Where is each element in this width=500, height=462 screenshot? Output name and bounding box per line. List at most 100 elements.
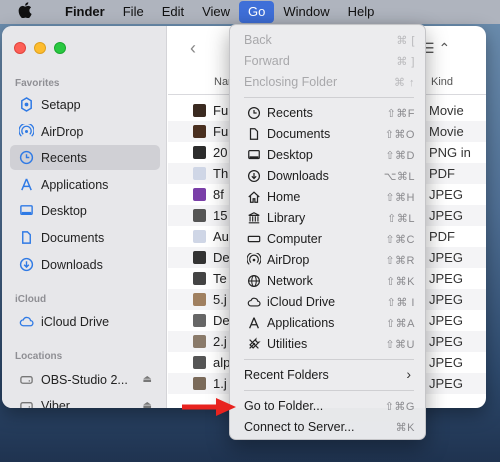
close-window-button[interactable]	[14, 42, 26, 54]
zoom-window-button[interactable]	[54, 42, 66, 54]
menu-item-shortcut: ⌘ ↑	[393, 77, 415, 89]
minimize-window-button[interactable]	[34, 42, 46, 54]
clock-icon	[246, 105, 262, 121]
computer-icon	[246, 231, 262, 247]
menu-item-forward[interactable]: Forward ⌘ ]	[236, 51, 421, 71]
menu-item-home[interactable]: Home ⇧⌘H	[236, 187, 421, 207]
menu-item-icloud-drive[interactable]: iCloud Drive ⇧⌘ I	[236, 292, 421, 312]
menu-finder[interactable]: Finder	[56, 0, 114, 24]
sidebar-item-recents[interactable]: Recents	[10, 145, 160, 170]
sidebar-item-airdrop[interactable]: AirDrop	[10, 119, 160, 144]
file-name: Fu	[213, 124, 229, 139]
file-kind: PDF	[429, 229, 455, 244]
menu-item-shortcut: ⌘K	[395, 422, 415, 434]
menu-edit[interactable]: Edit	[153, 0, 193, 24]
desktop-icon	[18, 203, 34, 219]
menu-item-shortcut: ⇧⌘R	[385, 255, 415, 267]
menu-help[interactable]: Help	[339, 0, 384, 24]
menu-item-label: Applications	[267, 316, 335, 330]
menu-item-airdrop[interactable]: AirDrop ⇧⌘R	[236, 250, 421, 270]
utilities-icon	[246, 336, 262, 352]
sidebar-item-setapp[interactable]: Setapp	[10, 92, 160, 117]
favorites-heading: Favorites	[15, 78, 60, 89]
menu-item-documents[interactable]: Documents ⇧⌘O	[236, 124, 421, 144]
file-thumbnail-icon	[193, 335, 206, 348]
file-kind: Movie	[429, 124, 464, 139]
menu-item-shortcut: ⌥⌘L	[383, 171, 415, 183]
menu-go[interactable]: Go	[239, 1, 275, 23]
back-chevron-icon[interactable]: ‹	[190, 38, 196, 59]
menu-bar: Finder File Edit View Go Window Help	[0, 0, 500, 24]
sidebar-item-icloud-drive[interactable]: iCloud Drive	[10, 309, 160, 334]
menu-item-shortcut: ⇧⌘C	[385, 234, 415, 246]
sidebar-item-label: Downloads	[41, 257, 103, 272]
sidebar-item-label: Setapp	[41, 97, 81, 112]
menu-item-utilities[interactable]: Utilities ⇧⌘U	[236, 334, 421, 354]
sidebar-item-applications[interactable]: Applications	[10, 172, 160, 197]
menu-item-desktop[interactable]: Desktop ⇧⌘D	[236, 145, 421, 165]
sort-options-icon[interactable]: ☰ ⌃	[422, 40, 450, 57]
menu-item-connect-to-server[interactable]: Connect to Server... ⌘K	[236, 417, 421, 437]
eject-icon[interactable]: ⏏	[143, 400, 152, 408]
window-controls	[14, 42, 66, 54]
menu-item-label: iCloud Drive	[267, 295, 336, 309]
file-kind: JPEG	[429, 334, 463, 349]
file-kind: JPEG	[429, 313, 463, 328]
menu-item-go-to-folder[interactable]: Go to Folder... ⇧⌘G	[236, 396, 421, 416]
sidebar-item-documents[interactable]: Documents	[10, 225, 160, 250]
file-name: Th	[213, 166, 229, 181]
menu-separator	[244, 359, 414, 360]
menu-item-shortcut: ⌘ ]	[396, 56, 415, 68]
document-icon	[246, 126, 262, 142]
file-name: alp	[213, 355, 231, 370]
menu-view[interactable]: View	[193, 0, 239, 24]
menu-item-label: Enclosing Folder	[244, 75, 338, 89]
menu-item-applications[interactable]: Applications ⇧⌘A	[236, 313, 421, 333]
menu-item-label: Connect to Server...	[244, 420, 355, 434]
menu-file[interactable]: File	[114, 0, 153, 24]
eject-icon[interactable]: ⏏	[143, 374, 152, 385]
sidebar-item-obs-studio[interactable]: OBS-Studio 2... ⏏	[10, 367, 160, 392]
menu-item-network[interactable]: Network ⇧⌘K	[236, 271, 421, 291]
file-name: Fu	[213, 103, 229, 118]
menu-item-label: Back	[244, 33, 272, 47]
menu-item-recents[interactable]: Recents ⇧⌘F	[236, 103, 421, 123]
applications-icon	[246, 315, 262, 331]
file-name: De	[213, 313, 230, 328]
menu-item-label: Home	[267, 190, 301, 204]
sidebar: Favorites Setapp AirDrop Recents Applica…	[2, 26, 167, 408]
menu-item-label: Computer	[267, 232, 322, 246]
file-name: 20	[213, 145, 228, 160]
cloud-icon	[18, 314, 34, 330]
file-thumbnail-icon	[193, 293, 206, 306]
menu-item-recent-folders[interactable]: Recent Folders ›	[236, 365, 421, 385]
document-icon	[18, 230, 34, 246]
chevron-right-icon: ›	[406, 366, 411, 382]
menu-item-shortcut: ⇧⌘D	[385, 150, 415, 162]
sidebar-item-viber[interactable]: Viber ⏏	[10, 393, 160, 408]
home-icon	[246, 189, 262, 205]
menu-item-shortcut: ⇧⌘G	[384, 401, 415, 413]
file-kind: JPEG	[429, 208, 463, 223]
download-icon	[18, 257, 34, 273]
menu-item-back[interactable]: Back ⌘ [	[236, 30, 421, 50]
locations-heading: Locations	[15, 351, 63, 362]
file-thumbnail-icon	[193, 209, 206, 222]
file-name: 15	[213, 208, 228, 223]
go-menu-dropdown: Back ⌘ [ Forward ⌘ ] Enclosing Folder ⌘ …	[229, 24, 426, 440]
menu-item-library[interactable]: Library ⇧⌘L	[236, 208, 421, 228]
menu-item-shortcut: ⇧⌘U	[385, 339, 415, 351]
menu-item-shortcut: ⇧⌘A	[385, 318, 415, 330]
sidebar-item-label: Documents	[41, 230, 105, 245]
menu-item-enclosing-folder[interactable]: Enclosing Folder ⌘ ↑	[236, 72, 421, 92]
menu-window[interactable]: Window	[274, 0, 338, 24]
menu-item-downloads[interactable]: Downloads ⌥⌘L	[236, 166, 421, 186]
sidebar-item-downloads[interactable]: Downloads	[10, 252, 160, 277]
apple-logo-icon[interactable]	[14, 2, 36, 22]
menu-item-label: Documents	[267, 127, 331, 141]
sidebar-item-desktop[interactable]: Desktop	[10, 198, 160, 223]
menu-item-label: Go to Folder...	[244, 399, 324, 413]
file-thumbnail-icon	[193, 104, 206, 117]
column-header-kind[interactable]: Kind	[431, 76, 453, 88]
menu-item-computer[interactable]: Computer ⇧⌘C	[236, 229, 421, 249]
